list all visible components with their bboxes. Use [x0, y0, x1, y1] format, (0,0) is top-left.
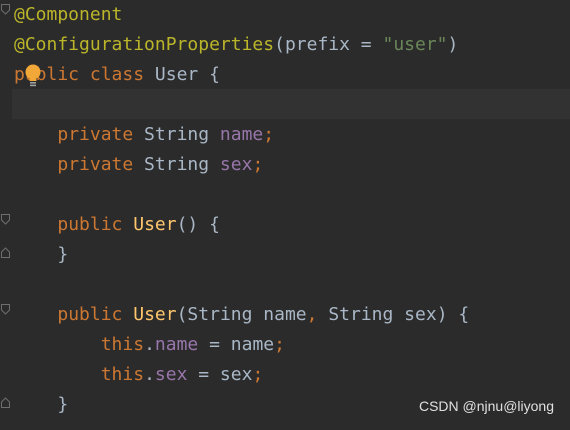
constructor-name: User: [133, 214, 177, 235]
fold-arrow-icon[interactable]: [1, 214, 10, 226]
code-line-13[interactable]: this.sex = sex;: [14, 360, 570, 390]
code-editor[interactable]: @Component @ConfigurationProperties(pref…: [0, 0, 570, 430]
keyword-class: class: [89, 64, 145, 85]
field-sex: sex: [219, 154, 253, 175]
string-literal: "user": [382, 34, 448, 55]
class-name: User: [154, 64, 199, 85]
code-line-8[interactable]: public User() {: [14, 210, 570, 240]
fold-arrow-icon[interactable]: [1, 304, 10, 316]
keyword-public: public: [57, 304, 123, 325]
lightbulb-icon[interactable]: [24, 64, 42, 88]
fold-end-icon[interactable]: [1, 246, 10, 258]
code-line-5[interactable]: private String name;: [14, 120, 570, 150]
code-line-1[interactable]: @Component: [14, 0, 570, 30]
code-line-6[interactable]: private String sex;: [14, 150, 570, 180]
annotation-component: @Component: [14, 4, 123, 25]
watermark: CSDN @njnu@liyong: [418, 398, 554, 414]
field-sex: sex: [154, 364, 188, 385]
editor-gutter: [0, 0, 12, 430]
code-line-3[interactable]: public class User {: [14, 60, 570, 90]
code-line-9[interactable]: }: [14, 240, 570, 270]
fold-end-icon[interactable]: [1, 396, 10, 408]
keyword-this: this: [100, 334, 145, 355]
keyword-this: this: [100, 364, 145, 385]
code-line-2[interactable]: @ConfigurationProperties(prefix = "user"…: [14, 30, 570, 60]
keyword-private: private: [57, 154, 134, 175]
keyword-public: public: [57, 214, 123, 235]
field-name: name: [219, 124, 264, 145]
code-line-11[interactable]: public User(String name, String sex) {: [14, 300, 570, 330]
keyword-private: private: [57, 124, 134, 145]
field-name: name: [154, 334, 199, 355]
constructor-name: User: [133, 304, 177, 325]
annotation-configuration-properties: @ConfigurationProperties: [14, 34, 275, 55]
caret-line-highlight: [12, 89, 570, 119]
fold-arrow-icon[interactable]: [1, 4, 10, 16]
annotation-param: prefix: [284, 34, 350, 55]
code-line-12[interactable]: this.name = name;: [14, 330, 570, 360]
